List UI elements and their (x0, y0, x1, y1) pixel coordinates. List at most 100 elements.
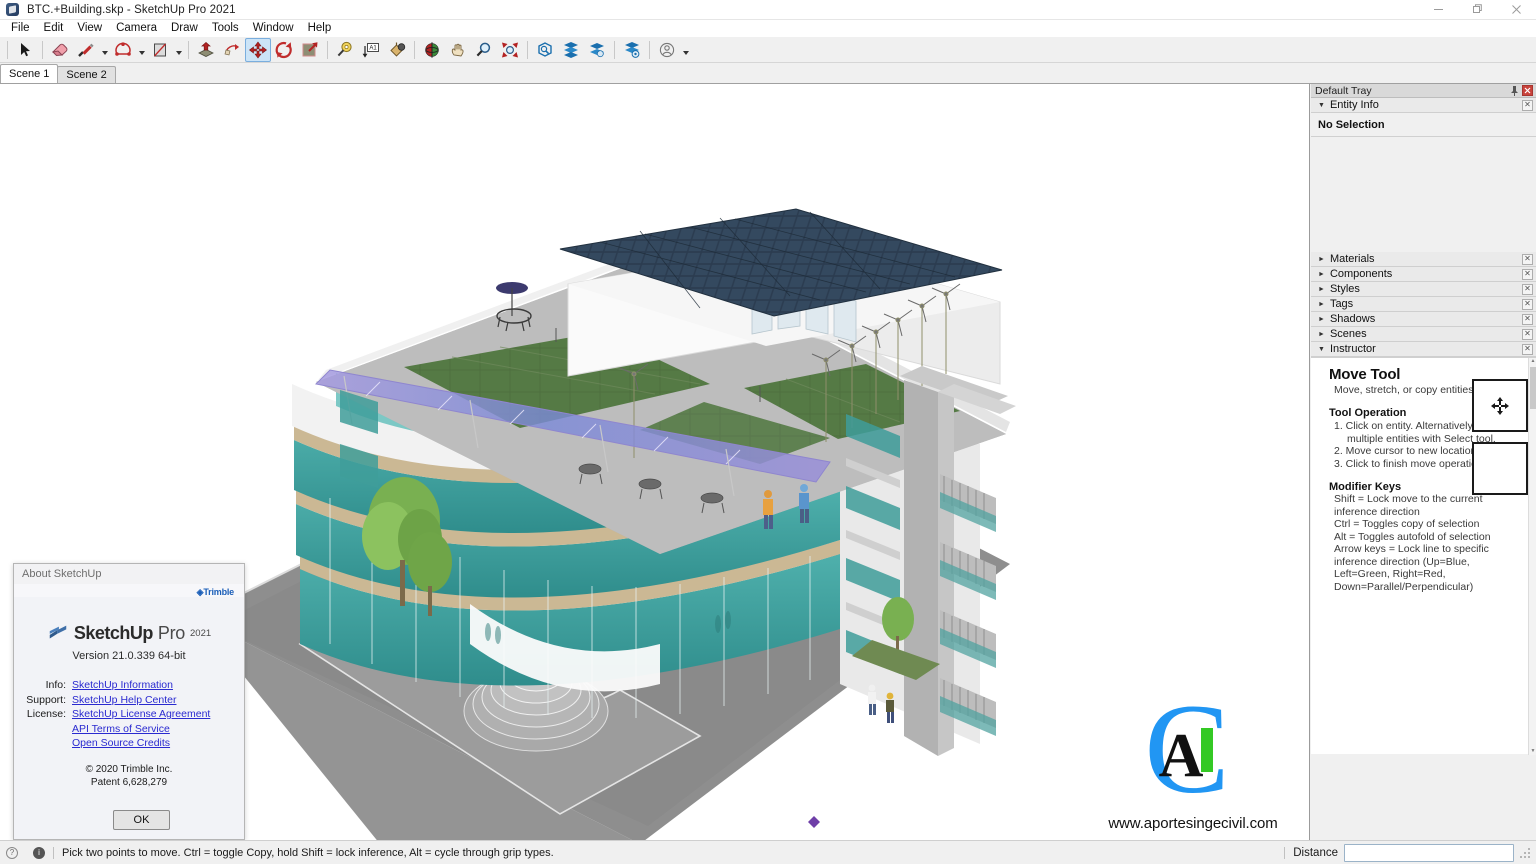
scene-tab-2[interactable]: Scene 2 (57, 66, 116, 83)
panel-styles-header[interactable]: ► Styles ✕ (1311, 282, 1536, 297)
zoom-extents-tool[interactable] (497, 38, 523, 62)
instructor-scrollbar[interactable]: ▲ ▼ (1528, 358, 1536, 755)
chevron-down-icon: ▼ (1318, 345, 1325, 353)
close-button[interactable] (1497, 0, 1536, 20)
rotate-tool[interactable] (271, 38, 297, 62)
panel-scenes-close[interactable]: ✕ (1522, 328, 1533, 340)
about-dialog-body: SketchUp Pro 2021 Version 21.0.339 64-bi… (14, 597, 244, 839)
rectangle-tool-dropdown[interactable] (173, 38, 184, 62)
panel-instructor-header[interactable]: ▼ Instructor ✕ (1311, 342, 1536, 357)
chevron-right-icon: ► (1318, 255, 1325, 263)
toolbar-separator (7, 40, 8, 59)
3d-warehouse-button[interactable] (532, 38, 558, 62)
select-tool[interactable] (12, 38, 38, 62)
menu-camera[interactable]: Camera (109, 20, 164, 37)
pin-icon[interactable] (1510, 85, 1519, 96)
panel-shadows-header[interactable]: ► Shadows ✕ (1311, 312, 1536, 327)
api-terms-of-service-link[interactable]: API Terms of Service (72, 722, 170, 737)
sketchup-pro-logo: SketchUp Pro 2021 (14, 622, 244, 644)
pan-tool[interactable] (445, 38, 471, 62)
status-divider (53, 846, 54, 859)
eraser-tool[interactable] (47, 38, 73, 62)
default-tray: Default Tray ▼ Entity Info ✕ No Selectio… (1311, 84, 1536, 840)
measurement-input[interactable] (1344, 843, 1514, 862)
tray-close-icon[interactable] (1522, 85, 1533, 96)
instructor-secondary-icon-box (1472, 442, 1528, 495)
menu-file[interactable]: File (4, 20, 37, 37)
rectangle-tool[interactable] (147, 38, 173, 62)
account-button[interactable] (654, 38, 680, 62)
menu-help[interactable]: Help (301, 20, 339, 37)
panel-entity-info-label: Entity Info (1329, 99, 1379, 111)
menu-window[interactable]: Window (246, 20, 301, 37)
panel-tags-header[interactable]: ► Tags ✕ (1311, 297, 1536, 312)
window-controls (1419, 0, 1536, 20)
chevron-right-icon: ► (1318, 300, 1325, 308)
support-label: Support: (26, 693, 66, 706)
tray-title: Default Tray (1315, 84, 1372, 97)
line-tool-dropdown[interactable] (99, 38, 110, 62)
panel-materials-header[interactable]: ► Materials ✕ (1311, 252, 1536, 267)
ok-button[interactable]: OK (113, 810, 170, 830)
title-bar: BTC.+Building.skp - SketchUp Pro 2021 (0, 0, 1536, 20)
scale-tool[interactable] (297, 38, 323, 62)
panel-styles-label: Styles (1329, 283, 1360, 295)
about-links: Info: SketchUp Information Support: Sket… (14, 678, 244, 751)
paint-bucket-tool[interactable] (384, 38, 410, 62)
panel-components-close[interactable]: ✕ (1522, 268, 1533, 280)
scene-tab-1[interactable]: Scene 1 (0, 64, 59, 83)
menu-tools[interactable]: Tools (205, 20, 246, 37)
chevron-right-icon: ► (1318, 330, 1325, 338)
question-circle-icon[interactable]: ? (6, 846, 18, 859)
sketchup-help-center-link[interactable]: SketchUp Help Center (72, 693, 176, 708)
minimize-button[interactable] (1419, 0, 1458, 20)
open-source-credits-link[interactable]: Open Source Credits (72, 736, 170, 751)
panel-components-header[interactable]: ► Components ✕ (1311, 267, 1536, 282)
panel-entity-info-header[interactable]: ▼ Entity Info ✕ (1311, 98, 1536, 113)
product-version: Version 21.0.339 64-bit (72, 650, 186, 662)
menu-draw[interactable]: Draw (164, 20, 205, 37)
panel-instructor-close[interactable]: ✕ (1522, 343, 1533, 355)
panel-shadows-close[interactable]: ✕ (1522, 313, 1533, 325)
menu-view[interactable]: View (70, 20, 109, 37)
product-edition: Pro (157, 622, 185, 643)
tape-measure-tool[interactable] (332, 38, 358, 62)
menu-edit[interactable]: Edit (37, 20, 71, 37)
panel-scenes-header[interactable]: ► Scenes ✕ (1311, 327, 1536, 342)
resize-grip-icon[interactable] (1518, 846, 1532, 860)
account-dropdown[interactable] (680, 38, 691, 62)
sketchup-icon (5, 2, 21, 18)
window-title: BTC.+Building.skp - SketchUp Pro 2021 (27, 3, 236, 16)
extension-manager-button[interactable] (584, 38, 610, 62)
extension-warehouse-button[interactable] (558, 38, 584, 62)
orbit-tool[interactable] (419, 38, 445, 62)
panel-tags-close[interactable]: ✕ (1522, 298, 1533, 310)
sketchup-license-agreement-link[interactable]: SketchUp License Agreement (72, 707, 210, 722)
toolbar-separator (649, 40, 650, 59)
line-tool[interactable] (73, 38, 99, 62)
toolbar-separator (188, 40, 189, 59)
trimble-connect-button[interactable] (619, 38, 645, 62)
pushpull-tool[interactable] (193, 38, 219, 62)
panel-styles-close[interactable]: ✕ (1522, 283, 1533, 295)
zoom-tool[interactable] (471, 38, 497, 62)
arc-tool-dropdown[interactable] (136, 38, 147, 62)
info-circle-icon[interactable]: i (33, 846, 45, 859)
dimension-tool[interactable]: A1 (358, 38, 384, 62)
arc-tool[interactable] (110, 38, 136, 62)
about-link-row: API Terms of Service (14, 722, 244, 737)
chevron-right-icon: ► (1318, 270, 1325, 278)
panel-shadows-label: Shadows (1329, 313, 1376, 325)
maximize-button[interactable] (1458, 0, 1497, 20)
panel-entity-info-close[interactable]: ✕ (1522, 99, 1533, 111)
info-label: Info: (45, 679, 66, 691)
panel-materials-close[interactable]: ✕ (1522, 253, 1533, 265)
followme-tool[interactable] (219, 38, 245, 62)
move-tool[interactable] (245, 37, 271, 62)
scene-tab-bar: Scene 1 Scene 2 (0, 63, 1536, 84)
product-name: SketchUp (73, 622, 154, 643)
copyright-line: © 2020 Trimble Inc. (85, 763, 173, 775)
sketchup-information-link[interactable]: SketchUp Information (72, 678, 173, 693)
product-year: 2021 (190, 627, 212, 639)
about-link-row: Support: SketchUp Help Center (14, 693, 244, 708)
